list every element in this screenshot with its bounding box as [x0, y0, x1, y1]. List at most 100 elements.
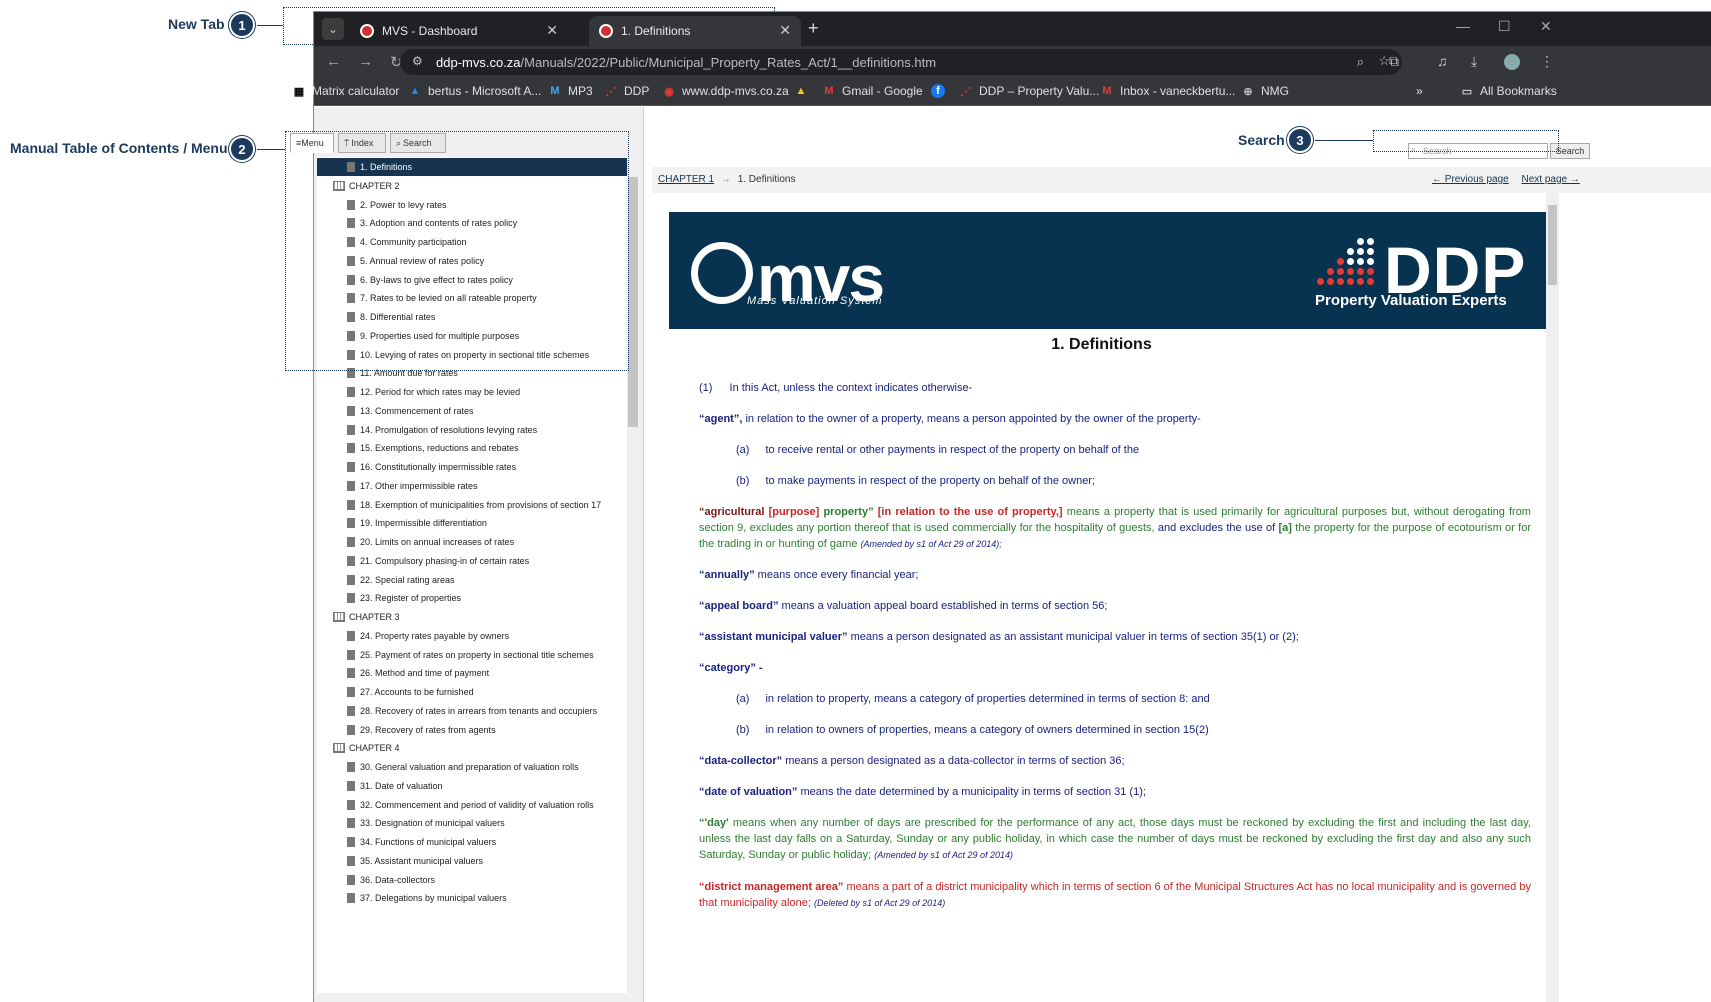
- bookmark-ddp-property[interactable]: ⋰ DDP – Property Valu...: [959, 84, 1100, 98]
- page-icon: [347, 705, 355, 716]
- toc-label: 31. Date of valuation: [360, 780, 443, 791]
- toc-item[interactable]: 31. Date of valuation: [347, 777, 443, 795]
- next-page-link[interactable]: Next page →: [1522, 174, 1580, 185]
- toc-item[interactable]: 23. Register of properties: [347, 589, 461, 607]
- toc-item[interactable]: 14. Promulgation of resolutions levying …: [347, 421, 537, 439]
- download-icon[interactable]: ⤓: [1471, 53, 1477, 70]
- minimize-icon[interactable]: —: [1456, 18, 1470, 34]
- media-icon[interactable]: ♫: [1437, 53, 1448, 69]
- breadcrumb-chapter-link[interactable]: CHAPTER 1: [658, 174, 714, 185]
- back-icon[interactable]: ←: [326, 53, 341, 70]
- definition-text: means the date determined by a municipal…: [797, 786, 1146, 798]
- gmail-icon: M: [550, 85, 560, 97]
- toc-item[interactable]: 25. Payment of rates on property in sect…: [347, 646, 594, 664]
- tab-mvs-dashboard[interactable]: MVS - Dashboard ✕: [350, 16, 568, 46]
- ddp-dot: [1367, 248, 1374, 255]
- new-tab-button[interactable]: +: [808, 18, 819, 39]
- definition-agent-b: (b) to make payments in respect of the pr…: [736, 473, 1095, 489]
- bookmarks-bar: ▦ Matrix calculator ▲ bertus - Microsoft A…: [292, 78, 1711, 106]
- avatar[interactable]: [1504, 54, 1520, 70]
- toc-item[interactable]: 17. Other impermissible rates: [347, 477, 478, 495]
- amendment-note: (Amended by s1 of Act 29 of 2014);: [860, 539, 1002, 549]
- more-bookmarks-icon[interactable]: »: [1416, 84, 1423, 98]
- toc-item[interactable]: 24. Property rates payable by owners: [347, 627, 509, 645]
- page-icon: [347, 499, 355, 510]
- mvs-subtitle: Mass Valuation System: [747, 295, 883, 307]
- toc-item[interactable]: 12. Period for which rates may be levied: [347, 383, 520, 401]
- page-icon: [347, 855, 355, 866]
- toc-label: 25. Payment of rates on property in sect…: [360, 649, 594, 660]
- bookmark-facebook[interactable]: f: [931, 84, 951, 98]
- ddp-dot: [1337, 268, 1344, 275]
- extensions-icon[interactable]: ⧉: [1389, 53, 1399, 70]
- term-insert: property”: [819, 506, 874, 518]
- address-bar[interactable]: ⚙ ddp-mvs.co.za/Manuals/2022/Public/Muni…: [400, 49, 1402, 75]
- bookmark-bertus-microsoft[interactable]: ▲ bertus - Microsoft A...: [408, 84, 542, 98]
- toc-item[interactable]: 16. Constitutionally impermissible rates: [347, 458, 516, 476]
- ddp-dot: [1367, 278, 1374, 285]
- toc-item[interactable]: 30. General valuation and preparation of…: [347, 758, 579, 776]
- toc-item[interactable]: 20. Limits on annual increases of rates: [347, 533, 514, 551]
- bookmark-nmg[interactable]: ⊕ NMG: [1241, 84, 1289, 98]
- toc-label: 26. Method and time of payment: [360, 668, 490, 679]
- site-info-icon[interactable]: ⚙: [412, 54, 423, 68]
- forward-icon[interactable]: →: [358, 53, 373, 70]
- bookmark-ddp-mvs[interactable]: ◉ www.ddp-mvs.co.za: [662, 84, 789, 98]
- toc-chapter[interactable]: CHAPTER 3: [333, 608, 400, 626]
- toc-item[interactable]: 13. Commencement of rates: [347, 402, 474, 420]
- bookmark-mp3[interactable]: M MP3: [548, 84, 592, 98]
- tab-definitions[interactable]: 1. Definitions ✕: [589, 16, 801, 46]
- close-icon[interactable]: ✕: [779, 22, 791, 39]
- annotation-new-tab-label: New Tab: [168, 16, 225, 32]
- deleted-text: [in relation to the use of property,]: [873, 506, 1063, 518]
- item-text: in relation to property, means a categor…: [765, 693, 1210, 705]
- document-scroll-thumb[interactable]: [1548, 205, 1557, 285]
- toc-item[interactable]: 27. Accounts to be furnished: [347, 683, 474, 701]
- toc-item[interactable]: 34. Functions of municipal valuers: [347, 833, 496, 851]
- maximize-icon[interactable]: ☐: [1498, 18, 1511, 35]
- bracket-text: [a]: [1278, 522, 1292, 534]
- bookmark-ddp[interactable]: ⋰ DDP: [604, 84, 650, 98]
- tab-search-button[interactable]: ⌄: [322, 18, 344, 40]
- toc-item[interactable]: 18. Exemption of municipalities from pro…: [347, 496, 601, 514]
- all-bookmarks[interactable]: ▭ All Bookmarks: [1460, 84, 1557, 98]
- zoom-icon[interactable]: ⌕: [1357, 54, 1364, 70]
- definition-text: in relation to the owner of a property, …: [742, 413, 1201, 425]
- bookmark-inbox[interactable]: M Inbox - vaneckbertu...: [1100, 84, 1235, 98]
- toc-item[interactable]: 21. Compulsory phasing-in of certain rat…: [347, 552, 529, 570]
- definition-text: means a person designated as an assistan…: [847, 631, 1299, 643]
- ddp-dot: [1347, 268, 1354, 275]
- toc-item[interactable]: 29. Recovery of rates from agents: [347, 721, 496, 739]
- toc-item[interactable]: 15. Exemptions, reductions and rebates: [347, 439, 519, 457]
- toc-item[interactable]: 28. Recovery of rates in arrears from te…: [347, 702, 597, 720]
- annotation-box-toc: [285, 131, 629, 371]
- toc-label: 12. Period for which rates may be levied: [360, 387, 521, 397]
- more-icon[interactable]: ⋮: [1540, 53, 1554, 70]
- amendment-note: (Amended by s1 of Act 29 of 2014): [874, 850, 1014, 860]
- bookmark-gmail-google[interactable]: M Gmail - Google: [822, 84, 922, 98]
- toc-item[interactable]: 32. Commencement and period of validity …: [347, 796, 594, 814]
- toc-item[interactable]: 19. Impermissible differentiation: [347, 514, 487, 532]
- toc-label: 17. Other impermissible rates: [360, 480, 478, 491]
- definition-category: “category” -: [699, 660, 763, 676]
- toc-item[interactable]: 22. Special rating areas: [347, 571, 455, 589]
- toc-item[interactable]: 33. Designation of municipal valuers: [347, 814, 505, 832]
- url-domain: ddp-mvs.co.za: [436, 54, 521, 70]
- toc-scroll-thumb[interactable]: [628, 177, 638, 427]
- url-path: /Manuals/2022/Public/Municipal_Property_…: [520, 54, 937, 70]
- close-icon[interactable]: ✕: [546, 22, 558, 39]
- item-text: to make payments in respect of the prope…: [765, 475, 1096, 487]
- toc-item[interactable]: 35. Assistant municipal valuers: [347, 852, 483, 870]
- bookmark-matrix-calculator[interactable]: ▦ Matrix calculator: [292, 84, 399, 98]
- toc-item[interactable]: 36. Data-collectors: [347, 871, 435, 889]
- toc-item[interactable]: 37. Delegations by municipal valuers: [347, 889, 507, 907]
- previous-page-link[interactable]: ← Previous page: [1432, 174, 1509, 185]
- page-icon: [347, 537, 355, 547]
- document-scrollbar[interactable]: [1546, 193, 1559, 1002]
- close-window-icon[interactable]: ✕: [1540, 18, 1552, 35]
- definition-text: and excludes the use of: [1154, 522, 1279, 534]
- bookmark-drive[interactable]: ▲: [794, 84, 814, 98]
- toc-item[interactable]: 26. Method and time of payment: [347, 664, 489, 682]
- annotation-badge-1: 1: [229, 12, 255, 38]
- toc-chapter[interactable]: CHAPTER 4: [333, 739, 400, 757]
